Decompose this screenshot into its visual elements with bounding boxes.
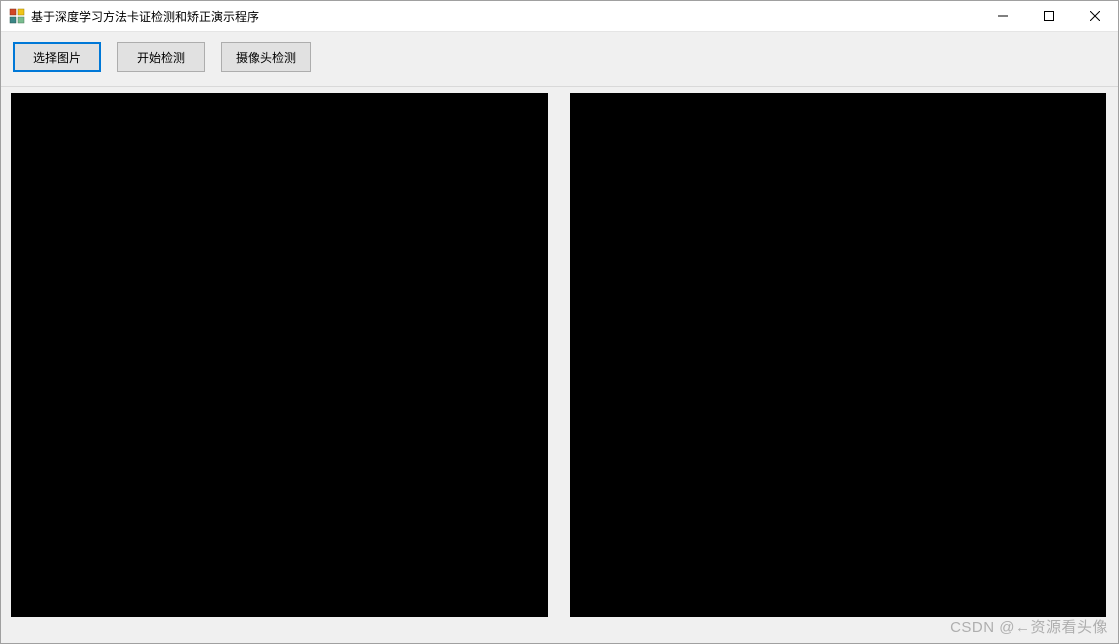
app-icon xyxy=(9,8,25,24)
toolbar: 选择图片 开始检测 摄像头检测 xyxy=(1,32,1118,87)
window-title: 基于深度学习方法卡证检测和矫正演示程序 xyxy=(31,8,259,25)
close-button[interactable] xyxy=(1072,1,1118,31)
minimize-button[interactable] xyxy=(980,1,1026,31)
window-controls xyxy=(980,1,1118,31)
app-window: 基于深度学习方法卡证检测和矫正演示程序 选择图片 开始检测 摄像头检测 CSDN… xyxy=(0,0,1119,644)
titlebar-left: 基于深度学习方法卡证检测和矫正演示程序 xyxy=(9,8,259,25)
content-area xyxy=(1,87,1118,643)
image-panel-left xyxy=(11,93,548,617)
start-detect-button[interactable]: 开始检测 xyxy=(117,42,205,72)
maximize-button[interactable] xyxy=(1026,1,1072,31)
camera-detect-button[interactable]: 摄像头检测 xyxy=(221,42,311,72)
titlebar: 基于深度学习方法卡证检测和矫正演示程序 xyxy=(1,1,1118,32)
image-panel-right xyxy=(570,93,1107,617)
select-image-button[interactable]: 选择图片 xyxy=(13,42,101,72)
